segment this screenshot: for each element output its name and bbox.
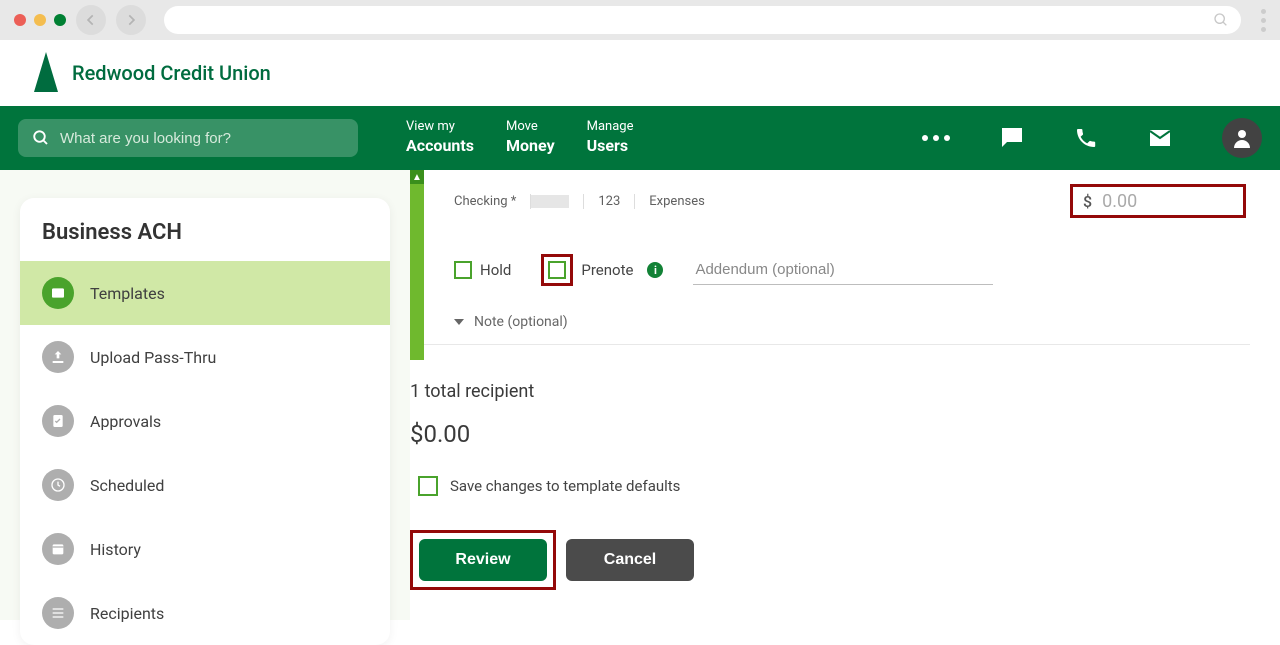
minimize-window-icon[interactable]: [34, 14, 46, 26]
sidebar-item-history[interactable]: History: [20, 517, 390, 581]
hold-label: Hold: [480, 261, 511, 279]
logo-row: Redwood Credit Union: [0, 40, 1280, 106]
checkbox-icon: [548, 261, 566, 279]
prenote-highlight: [541, 254, 573, 286]
nav-icons: [922, 118, 1262, 158]
more-icon[interactable]: [922, 135, 950, 141]
recipient-panel: Checking * 123 Expenses $ 0.00 Hold Pren…: [424, 170, 1250, 345]
sidebar-item-scheduled[interactable]: Scheduled: [20, 453, 390, 517]
review-highlight: Review: [410, 530, 556, 590]
checkbox-icon: [454, 261, 472, 279]
addendum-field[interactable]: [693, 255, 993, 285]
search-bar[interactable]: [18, 119, 358, 157]
recipient-id: 123: [584, 194, 635, 209]
save-changes-checkbox[interactable]: Save changes to template defaults: [418, 476, 1250, 496]
scroll-up-icon[interactable]: ▲: [410, 170, 424, 184]
sidebar-title: Business ACH: [20, 198, 390, 261]
sidebar-item-recipients[interactable]: Recipients: [20, 581, 390, 645]
sidebar-column: Business ACH Templates Upload Pass-Thru …: [0, 170, 410, 620]
prenote-checkbox[interactable]: Prenote i: [541, 254, 663, 286]
upload-icon: [42, 341, 74, 373]
close-window-icon[interactable]: [14, 14, 26, 26]
review-button[interactable]: Review: [419, 539, 547, 581]
nav-accounts[interactable]: View my Accounts: [406, 119, 474, 157]
tree-logo-icon: [30, 52, 62, 94]
prenote-label: Prenote: [581, 261, 633, 279]
scrollbar[interactable]: ▲: [410, 170, 424, 360]
primary-nav: View my Accounts Move Money Manage Users: [0, 106, 1280, 170]
sidebar-item-label: History: [90, 540, 141, 559]
sidebar-card: Business ACH Templates Upload Pass-Thru …: [20, 198, 390, 645]
sidebar-item-templates[interactable]: Templates: [20, 261, 390, 325]
sidebar-menu: Templates Upload Pass-Thru Approvals Sch…: [20, 261, 390, 645]
total-amount: $0.00: [410, 420, 1250, 448]
amount-value: 0.00: [1102, 191, 1137, 212]
sidebar-item-label: Templates: [90, 284, 165, 303]
save-changes-label: Save changes to template defaults: [450, 477, 680, 495]
amount-input[interactable]: $ 0.00: [1070, 184, 1246, 218]
forward-button[interactable]: [116, 5, 146, 35]
clock-icon: [42, 469, 74, 501]
person-icon: [1230, 126, 1254, 150]
profile-button[interactable]: [1222, 118, 1262, 158]
recipient-header-row: Checking * 123 Expenses $ 0.00: [454, 170, 1250, 218]
templates-icon: [42, 277, 74, 309]
nav-users[interactable]: Manage Users: [587, 119, 634, 157]
cancel-button[interactable]: Cancel: [566, 539, 694, 581]
brand-name: Redwood Credit Union: [72, 61, 271, 85]
calendar-icon: [42, 533, 74, 565]
masked-account: [531, 195, 569, 208]
sidebar-item-approvals[interactable]: Approvals: [20, 389, 390, 453]
hold-checkbox[interactable]: Hold: [454, 261, 511, 279]
search-icon: [1213, 12, 1229, 28]
chat-icon[interactable]: [1000, 126, 1024, 150]
search-input[interactable]: [60, 130, 259, 147]
main-area: Business ACH Templates Upload Pass-Thru …: [0, 170, 1280, 620]
sidebar-item-label: Upload Pass-Thru: [90, 348, 216, 367]
maximize-window-icon[interactable]: [54, 14, 66, 26]
back-button[interactable]: [76, 5, 106, 35]
recipient-options-row: Hold Prenote i: [454, 254, 1250, 286]
chevron-down-icon: [454, 319, 464, 325]
brand-logo[interactable]: Redwood Credit Union: [30, 52, 271, 94]
list-icon: [42, 597, 74, 629]
sidebar-item-label: Scheduled: [90, 476, 164, 495]
info-icon[interactable]: i: [647, 262, 663, 278]
note-toggle[interactable]: Note (optional): [454, 314, 1250, 330]
note-label: Note (optional): [474, 314, 568, 330]
account-type: Checking *: [454, 194, 584, 209]
nav-money[interactable]: Move Money: [506, 119, 555, 157]
checkbox-icon: [418, 476, 438, 496]
summary-section: 1 total recipient $0.00 Save changes to …: [410, 345, 1250, 590]
url-bar[interactable]: [164, 6, 1241, 34]
content-area: ▲ Checking * 123 Expenses $ 0.00 Hold: [410, 170, 1280, 620]
browser-chrome: [0, 0, 1280, 40]
mail-icon[interactable]: [1148, 126, 1172, 150]
dollar-icon: $: [1083, 192, 1092, 211]
recipient-category: Expenses: [635, 194, 719, 209]
nav-items: View my Accounts Move Money Manage Users: [406, 119, 634, 157]
action-buttons: Review Cancel: [410, 530, 1250, 590]
total-recipients: 1 total recipient: [410, 381, 1250, 402]
sidebar-item-label: Approvals: [90, 412, 161, 431]
recipient-info: Checking * 123 Expenses: [454, 194, 719, 209]
browser-menu-icon[interactable]: [1261, 9, 1266, 32]
clipboard-check-icon: [42, 405, 74, 437]
sidebar-item-upload[interactable]: Upload Pass-Thru: [20, 325, 390, 389]
addendum-input[interactable]: [693, 255, 993, 285]
phone-icon[interactable]: [1074, 126, 1098, 150]
search-icon: [32, 129, 50, 147]
traffic-lights: [14, 14, 66, 26]
